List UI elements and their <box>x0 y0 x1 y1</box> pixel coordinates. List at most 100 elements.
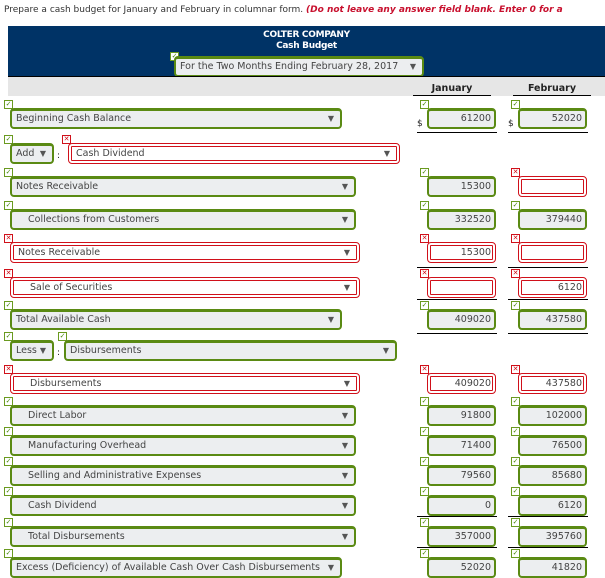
february-amount-input[interactable]: 85680 <box>518 465 587 486</box>
line-item-dropdown[interactable]: Sale of Securities ▼ <box>10 277 360 298</box>
line-item-dropdown[interactable]: Excess (Deficiency) of Available Cash Ov… <box>10 557 342 578</box>
line-item-label: Disbursements <box>70 345 142 356</box>
total-rule <box>508 333 588 334</box>
line-item-dropdown[interactable]: Manufacturing Overhead ▼ <box>10 435 356 456</box>
chevron-down-icon: ▼ <box>327 563 334 572</box>
line-item-label: Collections from Customers <box>28 214 160 225</box>
currency-symbol: $ <box>417 119 423 129</box>
line-item-label: Beginning Cash Balance <box>16 113 132 124</box>
line-item-label: Direct Labor <box>28 410 87 421</box>
check-icon: ✓ <box>511 397 520 406</box>
total-rule <box>417 267 497 268</box>
february-amount-input[interactable]: 6120 <box>518 277 587 298</box>
january-amount-input[interactable]: 409020 <box>427 309 496 330</box>
prefix-value: Less <box>16 345 37 356</box>
line-item-dropdown[interactable]: Collections from Customers ▼ <box>10 209 356 230</box>
check-icon: ✓ <box>420 457 429 466</box>
colon-separator: : <box>57 151 61 161</box>
chevron-down-icon: ▼ <box>39 149 46 158</box>
check-icon: ✓ <box>420 100 429 109</box>
error-x-icon: ✕ <box>511 365 520 374</box>
line-item-dropdown[interactable]: Disbursements ▼ <box>64 340 397 361</box>
february-amount-input[interactable]: 6120 <box>518 495 587 516</box>
chevron-down-icon: ▼ <box>327 315 334 324</box>
period-dropdown[interactable]: For the Two Months Ending February 28, 2… <box>174 56 424 77</box>
check-icon: ✓ <box>511 100 520 109</box>
february-amount-input[interactable] <box>518 242 587 263</box>
line-item-dropdown[interactable]: Notes Receivable ▼ <box>10 176 356 197</box>
january-amount-input[interactable] <box>427 277 496 298</box>
line-item-label: Selling and Administrative Expenses <box>28 470 202 481</box>
check-icon: ✓ <box>420 427 429 436</box>
line-item-dropdown[interactable]: Cash Dividend ▼ <box>68 143 400 164</box>
error-x-icon: ✕ <box>511 234 520 243</box>
check-icon: ✓ <box>420 397 429 406</box>
february-amount-input[interactable]: 379440 <box>518 209 587 230</box>
budget-header: COLTER COMPANY Cash Budget ✓ For the Two… <box>8 26 605 77</box>
line-item-dropdown[interactable]: Direct Labor ▼ <box>10 405 356 426</box>
company-name: COLTER COMPANY <box>263 30 350 40</box>
chevron-down-icon: ▼ <box>343 379 350 388</box>
february-amount-input[interactable] <box>518 176 587 197</box>
line-item-dropdown[interactable]: Selling and Administrative Expenses ▼ <box>10 465 356 486</box>
prefix-value: Add <box>16 148 35 159</box>
line-item-dropdown[interactable]: Notes Receivable ▼ <box>10 242 360 263</box>
february-amount-input[interactable]: 52020 <box>518 108 587 129</box>
line-item-label: Cash Dividend <box>28 500 97 511</box>
check-icon: ✓ <box>511 549 520 558</box>
check-icon: ✓ <box>511 487 520 496</box>
january-amount-input[interactable]: 332520 <box>427 209 496 230</box>
february-amount-input[interactable]: 437580 <box>518 373 587 394</box>
check-icon: ✓ <box>511 457 520 466</box>
total-rule <box>508 267 588 268</box>
january-amount-input[interactable]: 357000 <box>427 526 496 547</box>
chevron-down-icon: ▼ <box>327 114 334 123</box>
january-amount-input[interactable]: 15300 <box>427 242 496 263</box>
prefix-dropdown[interactable]: Less ▼ <box>10 340 54 361</box>
january-amount-input[interactable]: 91800 <box>427 405 496 426</box>
error-x-icon: ✕ <box>420 269 429 278</box>
total-rule <box>417 547 497 548</box>
january-amount-input[interactable]: 0 <box>427 495 496 516</box>
instructions-text: Prepare a cash budget for January and Fe… <box>4 5 304 15</box>
february-amount-input[interactable]: 395760 <box>518 526 587 547</box>
chevron-down-icon: ▼ <box>341 471 348 480</box>
column-february: February <box>513 83 591 96</box>
chevron-down-icon: ▼ <box>341 215 348 224</box>
january-amount-input[interactable]: 52020 <box>427 557 496 578</box>
chevron-down-icon: ▼ <box>341 532 348 541</box>
check-icon: ✓ <box>511 427 520 436</box>
error-x-icon: ✕ <box>511 269 520 278</box>
february-amount-input[interactable]: 437580 <box>518 309 587 330</box>
prefix-dropdown[interactable]: Add ▼ <box>10 143 54 164</box>
error-x-icon: ✕ <box>511 168 520 177</box>
january-amount-input[interactable]: 71400 <box>427 435 496 456</box>
february-amount-input[interactable]: 76500 <box>518 435 587 456</box>
line-item-dropdown[interactable]: Total Disbursements ▼ <box>10 526 356 547</box>
line-item-dropdown[interactable]: Total Available Cash ▼ <box>10 309 342 330</box>
error-x-icon: ✕ <box>420 234 429 243</box>
january-amount-input[interactable]: 79560 <box>427 465 496 486</box>
total-rule <box>417 132 497 133</box>
january-amount-input[interactable]: 61200 <box>427 108 496 129</box>
january-amount-input[interactable]: 15300 <box>427 176 496 197</box>
check-icon: ✓ <box>511 518 520 527</box>
line-item-label: Sale of Securities <box>30 282 113 293</box>
instructions: Prepare a cash budget for January and Fe… <box>4 5 563 15</box>
total-rule <box>417 299 497 300</box>
budget-title: Cash Budget <box>276 41 337 51</box>
chevron-down-icon: ▼ <box>409 62 416 71</box>
total-rule <box>508 516 588 517</box>
line-item-dropdown[interactable]: Beginning Cash Balance ▼ <box>10 108 342 129</box>
february-amount-input[interactable]: 41820 <box>518 557 587 578</box>
january-amount-input[interactable]: 409020 <box>427 373 496 394</box>
line-item-dropdown[interactable]: Cash Dividend ▼ <box>10 495 356 516</box>
line-item-label: Disbursements <box>30 378 102 389</box>
line-item-dropdown[interactable]: Disbursements ▼ <box>10 373 360 394</box>
total-rule <box>508 132 588 133</box>
february-amount-input[interactable]: 102000 <box>518 405 587 426</box>
check-icon: ✓ <box>420 201 429 210</box>
chevron-down-icon: ▼ <box>383 149 390 158</box>
chevron-down-icon: ▼ <box>341 501 348 510</box>
chevron-down-icon: ▼ <box>39 346 46 355</box>
